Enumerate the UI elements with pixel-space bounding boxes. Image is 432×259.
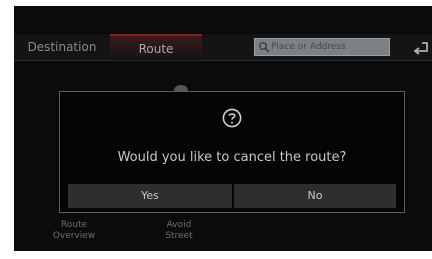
- no-button[interactable]: No: [234, 184, 396, 208]
- avoid-street-label: Avoid Street: [165, 220, 193, 241]
- top-bar: Destination Route Place or Address: [14, 34, 432, 61]
- search-box[interactable]: Place or Address: [254, 38, 390, 56]
- tab-route[interactable]: Route: [110, 34, 202, 60]
- search-input[interactable]: Place or Address: [271, 39, 346, 55]
- back-icon[interactable]: [404, 34, 432, 60]
- search-icon: [259, 42, 270, 53]
- yes-button[interactable]: Yes: [68, 184, 232, 208]
- dialog-message: Would you like to cancel the route?: [117, 150, 347, 165]
- cancel-route-dialog: Would you like to cancel the route? Yes …: [59, 91, 405, 213]
- display-frame: Destination Route Place or Address Route…: [0, 0, 432, 259]
- infotainment-screen: Destination Route Place or Address Route…: [14, 6, 432, 251]
- tab-destination[interactable]: Destination: [14, 34, 110, 60]
- route-overview-label: Route Overview: [52, 220, 96, 241]
- question-icon: [222, 108, 242, 128]
